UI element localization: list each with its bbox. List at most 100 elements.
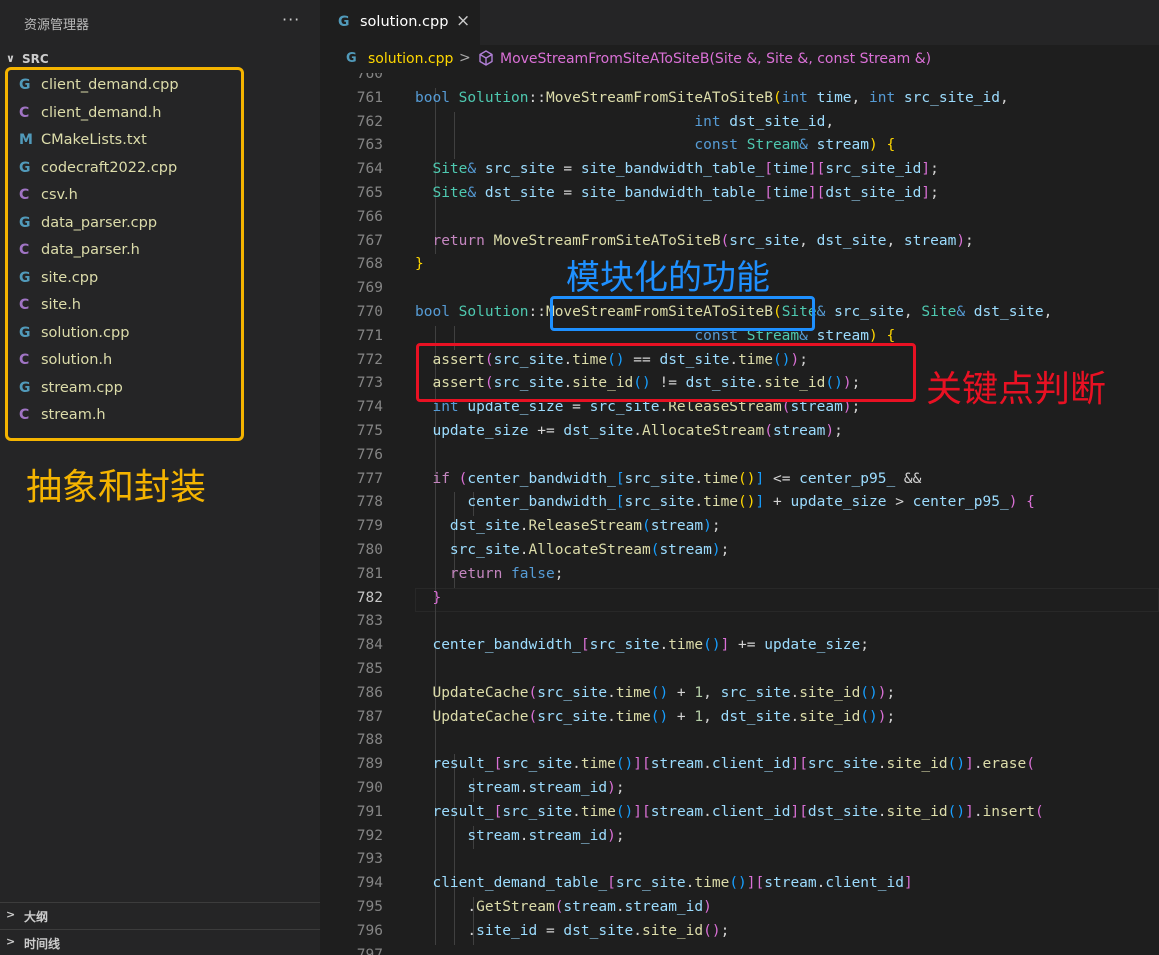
code-token: int <box>781 89 817 106</box>
code-token: , <box>799 232 817 249</box>
code-token: time <box>694 875 730 892</box>
code-token: . <box>790 708 800 725</box>
more-actions-icon[interactable]: ··· <box>282 10 300 29</box>
code-token: Solution <box>458 304 529 320</box>
timeline-section[interactable]: > 时间线 <box>0 929 320 955</box>
code-line[interactable]: update_size += dst_site.AllocateStream(s… <box>415 423 843 439</box>
method-symbol-icon <box>479 50 493 66</box>
code-token: MoveStreamFromSiteAToSiteB <box>545 89 773 106</box>
folder-label: SRC <box>22 52 49 66</box>
code-line[interactable]: int dst_site_id, <box>415 114 834 130</box>
line-number: 786 <box>356 684 383 701</box>
code-token: , <box>703 684 721 701</box>
code-line[interactable]: UpdateCache(src_site.time() + 1, src_sit… <box>415 685 895 701</box>
code-line[interactable]: result_[src_site.time()][stream.client_i… <box>415 803 1043 820</box>
code-line[interactable]: .site_id = dst_site.site_id(); <box>415 923 729 939</box>
code-token: () <box>729 875 747 892</box>
code-token: [ <box>764 161 773 178</box>
code-editor[interactable]: 760 761 bool Solution::MoveStreamFromSiteA… <box>320 73 1159 955</box>
code-token: . <box>973 756 983 773</box>
code-token: = <box>537 922 564 939</box>
code-token: ] <box>790 803 800 820</box>
code-line[interactable]: UpdateCache(src_site.time() + 1, dst_sit… <box>415 709 895 725</box>
code-token: src_site <box>537 684 608 701</box>
code-token: ; <box>554 565 564 582</box>
code-token: time <box>816 89 852 106</box>
chevron-down-icon: ∨ <box>6 52 15 65</box>
code-token: . <box>519 542 529 558</box>
code-token: ( <box>772 89 782 106</box>
code-token: , <box>903 304 922 320</box>
code-token: [ <box>642 803 651 820</box>
files-annotation-box <box>5 67 244 441</box>
code-token: += <box>528 423 564 439</box>
code-line[interactable]: stream.stream_id); <box>415 780 624 796</box>
code-token: . <box>703 756 712 773</box>
code-line[interactable]: center_bandwidth_[src_site.time()] + upd… <box>415 494 1035 510</box>
code-line[interactable]: } <box>415 256 424 272</box>
line-number: 769 <box>356 280 383 297</box>
indent-guide <box>435 325 436 945</box>
code-token: ] <box>755 494 765 511</box>
code-token: () <box>860 708 878 725</box>
chevron-right-icon: > <box>6 908 16 921</box>
tab-solution-cpp[interactable]: G solution.cpp × <box>320 0 480 45</box>
line-number: 795 <box>356 899 383 915</box>
code-token: ; <box>886 708 896 725</box>
code-token: . <box>877 756 887 773</box>
code-token: ; <box>615 827 625 844</box>
code-token: ) <box>869 137 878 154</box>
close-icon[interactable]: × <box>456 11 470 31</box>
function-annotation-box <box>550 296 815 331</box>
code-token: , <box>851 89 869 106</box>
code-line[interactable]: Site& dst_site = site_bandwidth_table_[t… <box>415 185 938 201</box>
code-line[interactable]: if (center_bandwidth_[src_site.time()] <… <box>415 471 921 487</box>
outline-label: 大纲 <box>24 910 49 924</box>
function-annotation-label: 模块化的功能 <box>566 259 770 297</box>
code-token: ] <box>921 185 931 201</box>
breadcrumb-symbol[interactable]: MoveStreamFromSiteAToSiteB(Site &, Site … <box>500 51 931 67</box>
code-token: src_site <box>834 304 904 320</box>
code-line[interactable]: stream.stream_id); <box>415 827 625 844</box>
code-token: [ <box>580 637 590 654</box>
code-token: () <box>947 756 966 773</box>
line-number: 779 <box>356 518 383 535</box>
breadcrumb-file[interactable]: solution.cpp <box>368 51 453 67</box>
code-token: ) <box>869 327 878 344</box>
code-line[interactable]: Site& src_site = site_bandwidth_table_[t… <box>415 161 938 178</box>
code-line[interactable]: client_demand_table_[src_site.time()][st… <box>415 875 912 892</box>
code-line[interactable]: return false; <box>415 565 564 582</box>
code-token: & <box>956 304 974 320</box>
line-number: 766 <box>356 208 383 225</box>
code-token: stream_id <box>624 899 704 915</box>
code-line[interactable]: } <box>415 590 441 606</box>
code-line[interactable]: result_[src_site.time()][stream.client_i… <box>415 756 1034 773</box>
code-token: ; <box>834 423 843 439</box>
code-token: src_site <box>615 875 686 892</box>
code-token: [ <box>615 494 625 511</box>
code-token: src_site_id <box>903 89 1000 106</box>
code-line[interactable]: src_site.AllocateStream(stream); <box>415 542 729 558</box>
code-token: . <box>415 899 477 915</box>
code-line[interactable]: center_bandwidth_[src_site.time()] += up… <box>415 637 869 653</box>
code-line[interactable]: return MoveStreamFromSiteAToSiteB(src_si… <box>415 232 973 249</box>
code-line[interactable]: .GetStream(stream.stream_id) <box>415 899 711 915</box>
code-token: <= <box>764 470 800 487</box>
code-line[interactable]: dst_site.ReleaseStream(stream); <box>415 518 721 534</box>
code-token: src_site <box>720 684 791 701</box>
code-token: site_id <box>642 922 704 939</box>
code-line[interactable]: const Stream& stream) { <box>415 137 895 153</box>
code-token: stream <box>467 780 520 796</box>
code-token: ) <box>877 684 887 701</box>
code-token: client_demand_table_ <box>432 875 608 892</box>
code-token: Solution <box>458 89 529 106</box>
code-token: [ <box>764 185 773 201</box>
code-token: [ <box>607 875 616 892</box>
outline-section[interactable]: > 大纲 <box>0 902 320 928</box>
code-token: + <box>668 708 695 725</box>
code-line[interactable]: bool Solution::MoveStreamFromSiteAToSite… <box>415 90 1009 106</box>
code-token: () <box>615 756 634 773</box>
